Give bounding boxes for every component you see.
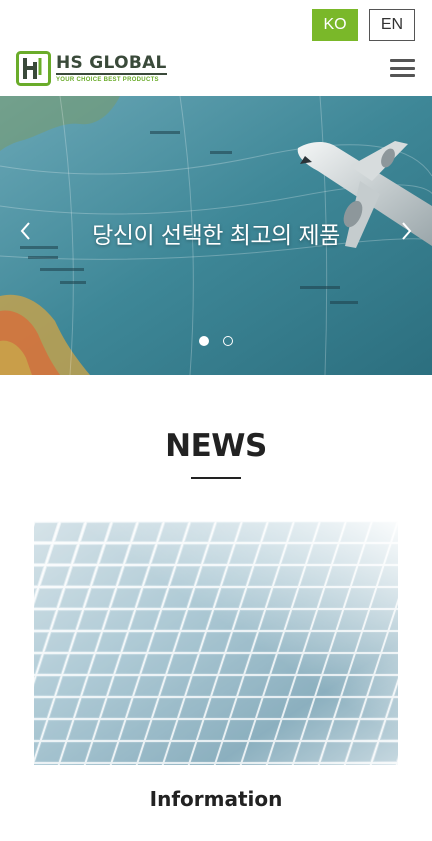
logo-text: HS GLOBAL YOUR CHOICE BEST PRODUCTS: [56, 54, 167, 83]
logo-tagline: YOUR CHOICE BEST PRODUCTS: [56, 77, 159, 83]
hero-slide-title: 당신이 선택한 최고의 제품: [92, 223, 340, 249]
site-logo[interactable]: HS GLOBAL YOUR CHOICE BEST PRODUCTS: [16, 51, 167, 86]
slider-dot-1[interactable]: [199, 336, 209, 346]
slider-pagination: [199, 336, 233, 346]
language-en-button[interactable]: EN: [369, 9, 415, 41]
hs-logo-icon: [16, 51, 51, 86]
glass-building-image: [34, 521, 398, 765]
news-card[interactable]: Information: [34, 521, 398, 811]
chevron-right-icon[interactable]: [396, 218, 416, 244]
language-switch: KO EN: [312, 9, 415, 41]
logo-name: HS GLOBAL: [56, 53, 167, 75]
chevron-left-icon[interactable]: [16, 218, 36, 244]
news-card-caption: Information: [149, 787, 283, 811]
hero-slider: 당신이 선택한 최고의 제품: [0, 96, 432, 375]
site-header: HS GLOBAL YOUR CHOICE BEST PRODUCTS: [0, 48, 432, 96]
language-ko-button[interactable]: KO: [312, 9, 358, 41]
news-section-title: NEWS: [165, 428, 267, 464]
hamburger-menu-icon[interactable]: [390, 59, 415, 77]
title-divider: [191, 477, 241, 479]
slider-dot-2[interactable]: [223, 336, 233, 346]
